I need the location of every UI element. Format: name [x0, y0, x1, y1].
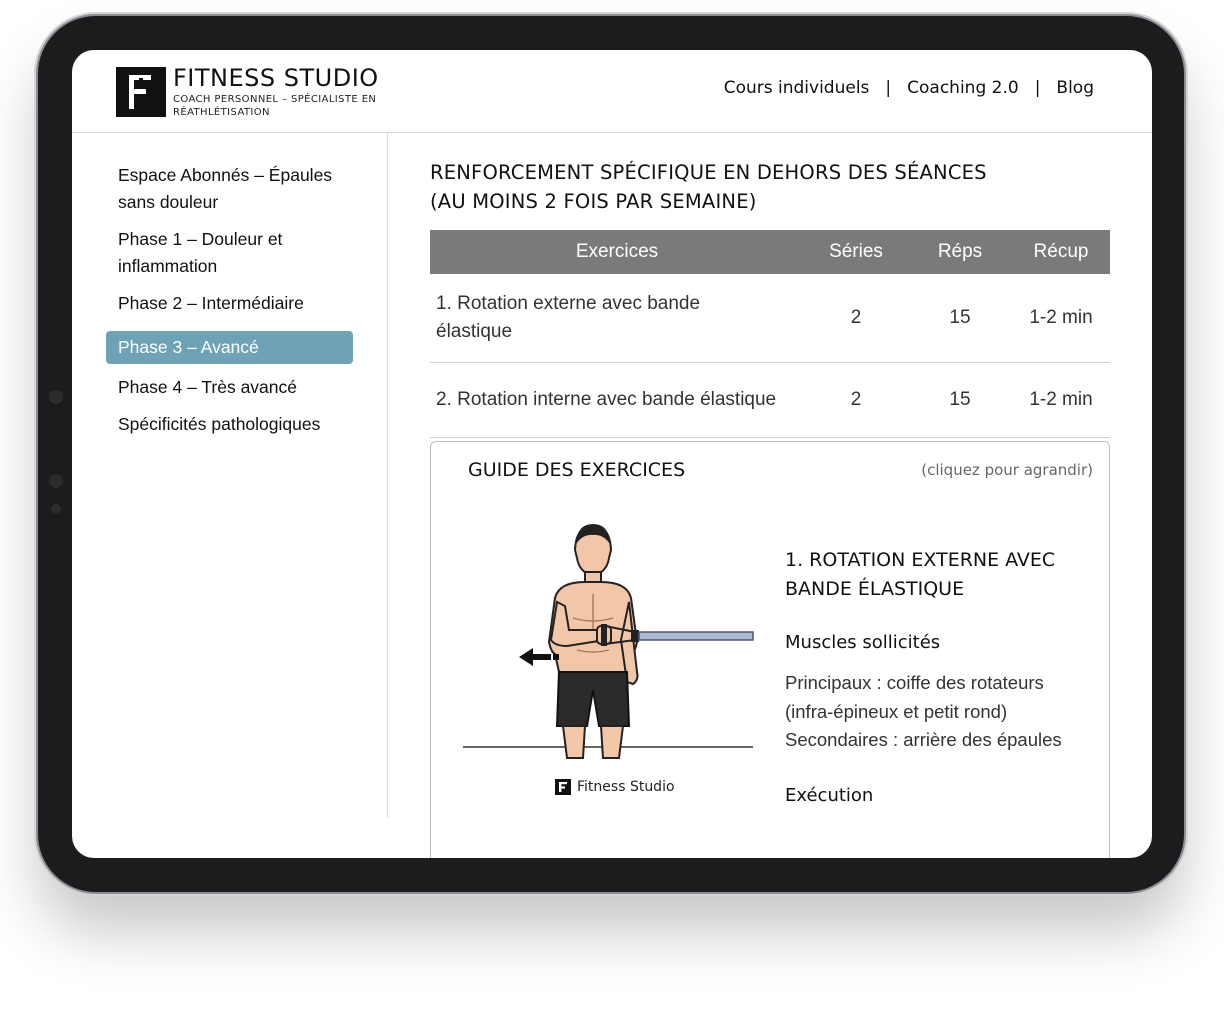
section-title: RENFORCEMENT SPÉCIFIQUE EN DEHORS DES SÉ… [430, 158, 1110, 216]
brand-title[interactable]: FITNESS STUDIO [173, 64, 379, 92]
col-recup: Récup [1012, 230, 1110, 274]
nav-separator: | [885, 78, 892, 98]
figure-brand-label: Fitness Studio [577, 779, 675, 795]
site-header: FITNESS STUDIO COACH PERSONNEL – SPÉCIAL… [72, 50, 1152, 133]
brand-subtitle: COACH PERSONNEL – SPÉCIALISTE EN RÉATHLÉ… [173, 94, 377, 118]
sensor-dot [49, 474, 63, 488]
nav-coaching[interactable]: Coaching 2.0 [907, 78, 1019, 98]
sidebar-menu: Espace Abonnés – Épaules sans douleur Ph… [106, 156, 353, 442]
exercise-guide[interactable]: GUIDE DES EXERCICES (cliquez pour agrand… [430, 441, 1110, 858]
figure-brand: Fitness Studio [555, 779, 675, 795]
top-nav: Cours individuels | Coaching 2.0 | Blog [724, 78, 1094, 98]
brand-logo[interactable] [116, 67, 166, 117]
col-series: Séries [804, 230, 908, 274]
sidebar-item-phase-4[interactable]: Phase 4 – Très avancé [106, 368, 353, 405]
execution-heading: Exécution [785, 784, 874, 806]
cell-reps: 15 [908, 274, 1012, 363]
table-row: 1. Rotation externe avec bande élastique… [430, 274, 1110, 363]
exercise-title: 1. ROTATION EXTERNE AVEC BANDE ÉLASTIQUE [785, 549, 1056, 600]
cell-exercise: 2. Rotation interne avec bande élastique [430, 362, 804, 438]
f-logo-icon [555, 779, 571, 795]
sidebar-item-phase-3[interactable]: Phase 3 – Avancé [106, 331, 353, 364]
nav-blog[interactable]: Blog [1056, 78, 1094, 98]
sidebar-item-phase-1[interactable]: Phase 1 – Douleur et inflammation [106, 220, 353, 284]
muscles-heading: Muscles sollicités [785, 632, 941, 653]
cell-reps: 15 [908, 362, 1012, 438]
col-reps: Réps [908, 230, 1012, 274]
man-band-rotation-icon [463, 524, 754, 759]
col-exercices: Exercices [430, 230, 804, 274]
guide-hint: (cliquez pour agrandir) [921, 461, 1093, 479]
exercise-table: Exercices Séries Réps Récup 1. Rotation … [430, 230, 1110, 438]
guide-title: GUIDE DES EXERCICES [468, 459, 686, 481]
nav-cours-individuels[interactable]: Cours individuels [724, 78, 870, 98]
muscles-text: Principaux : coiffe des rotateurs (infra… [785, 669, 1095, 755]
table-header-row: Exercices Séries Réps Récup [430, 230, 1110, 274]
screen: FITNESS STUDIO COACH PERSONNEL – SPÉCIAL… [72, 50, 1152, 858]
cell-recup: 1-2 min [1012, 362, 1110, 438]
cell-series: 2 [804, 362, 908, 438]
sidebar-item-specificites[interactable]: Spécificités pathologiques [106, 405, 353, 442]
cell-recup: 1-2 min [1012, 274, 1110, 363]
exercise-illustration[interactable]: Fitness Studio [463, 522, 755, 812]
section-title-line1: RENFORCEMENT SPÉCIFIQUE EN DEHORS DES SÉ… [430, 161, 987, 184]
sensor-dot [51, 504, 61, 514]
front-camera [49, 390, 63, 404]
cell-series: 2 [804, 274, 908, 363]
sidebar-item-phase-2[interactable]: Phase 2 – Intermédiaire [106, 284, 353, 321]
muscles-secondary: Secondaires : arrière des épaules [785, 729, 1062, 750]
sidebar: Espace Abonnés – Épaules sans douleur Ph… [72, 133, 388, 818]
table-row: 2. Rotation interne avec bande élastique… [430, 362, 1110, 438]
exercise-info: 1. ROTATION EXTERNE AVEC BANDE ÉLASTIQUE… [785, 546, 1095, 806]
muscles-primary: Principaux : coiffe des rotateurs (infra… [785, 672, 1044, 722]
main-content: RENFORCEMENT SPÉCIFIQUE EN DEHORS DES SÉ… [430, 133, 1110, 858]
sidebar-item-espace-abonnes[interactable]: Espace Abonnés – Épaules sans douleur [106, 156, 353, 220]
cell-exercise: 1. Rotation externe avec bande élastique [430, 274, 804, 363]
nav-separator: | [1034, 78, 1041, 98]
tablet-frame: FITNESS STUDIO COACH PERSONNEL – SPÉCIAL… [38, 16, 1184, 892]
section-title-line2: (AU MOINS 2 FOIS PAR SEMAINE) [430, 190, 757, 213]
f-logo-icon [129, 75, 151, 109]
